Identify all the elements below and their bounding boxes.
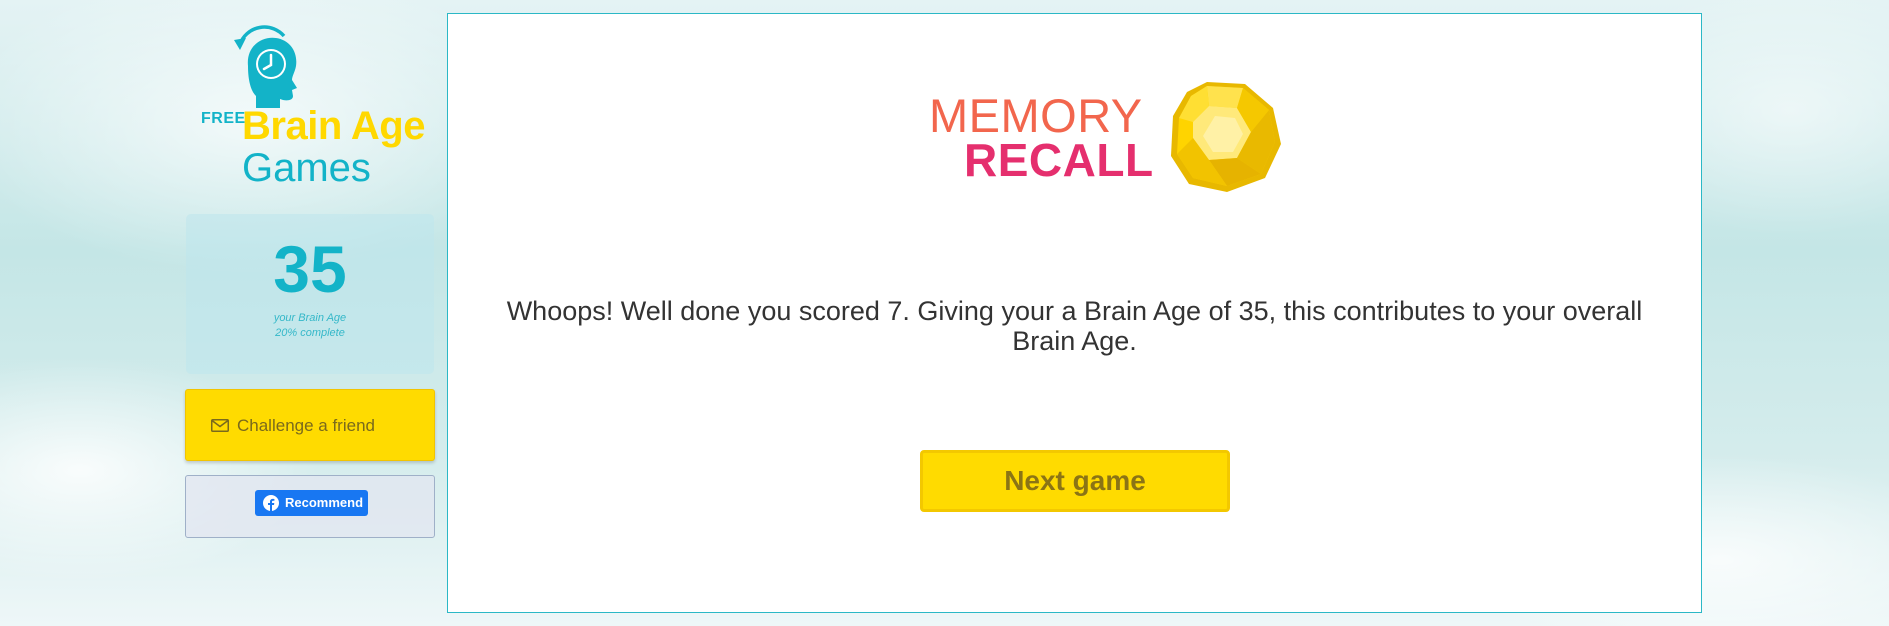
logo-brain-age-text: Brain Age (242, 104, 425, 148)
logo-games-text: Games (242, 146, 371, 190)
memory-recall-logo: MEMORY RECALL (929, 68, 1281, 198)
brain-age-card: 35 your Brain Age 20% complete (186, 214, 434, 374)
brain-age-progress: 20% complete (275, 327, 345, 339)
next-game-button[interactable]: Next game (920, 450, 1230, 512)
game-title-recall: RECALL (964, 134, 1154, 186)
facebook-recommend-label: Recommend (285, 495, 364, 510)
result-message: Whoops! Well done you scored 7. Giving y… (506, 296, 1643, 356)
yellow-gem-icon (1171, 82, 1281, 192)
facebook-widget: Recommend (185, 475, 435, 538)
facebook-icon (263, 495, 279, 511)
logo-free-text: FREE (201, 110, 246, 127)
head-clock-icon (234, 25, 297, 108)
game-title-memory: MEMORY (929, 89, 1143, 142)
challenge-friend-button[interactable]: Challenge a friend (185, 389, 435, 461)
facebook-recommend-button[interactable]: Recommend (255, 490, 368, 516)
brain-age-label: your Brain Age (273, 312, 347, 324)
brain-age-games-logo[interactable]: FREE Brain Age Games (196, 22, 430, 192)
next-game-label: Next game (1004, 465, 1146, 496)
challenge-friend-label: Challenge a friend (237, 416, 375, 435)
mail-icon (211, 419, 229, 432)
brain-age-value: 35 (273, 232, 347, 306)
game-result-panel: MEMORY RECALL Whoops! Well done you scor… (447, 13, 1702, 613)
